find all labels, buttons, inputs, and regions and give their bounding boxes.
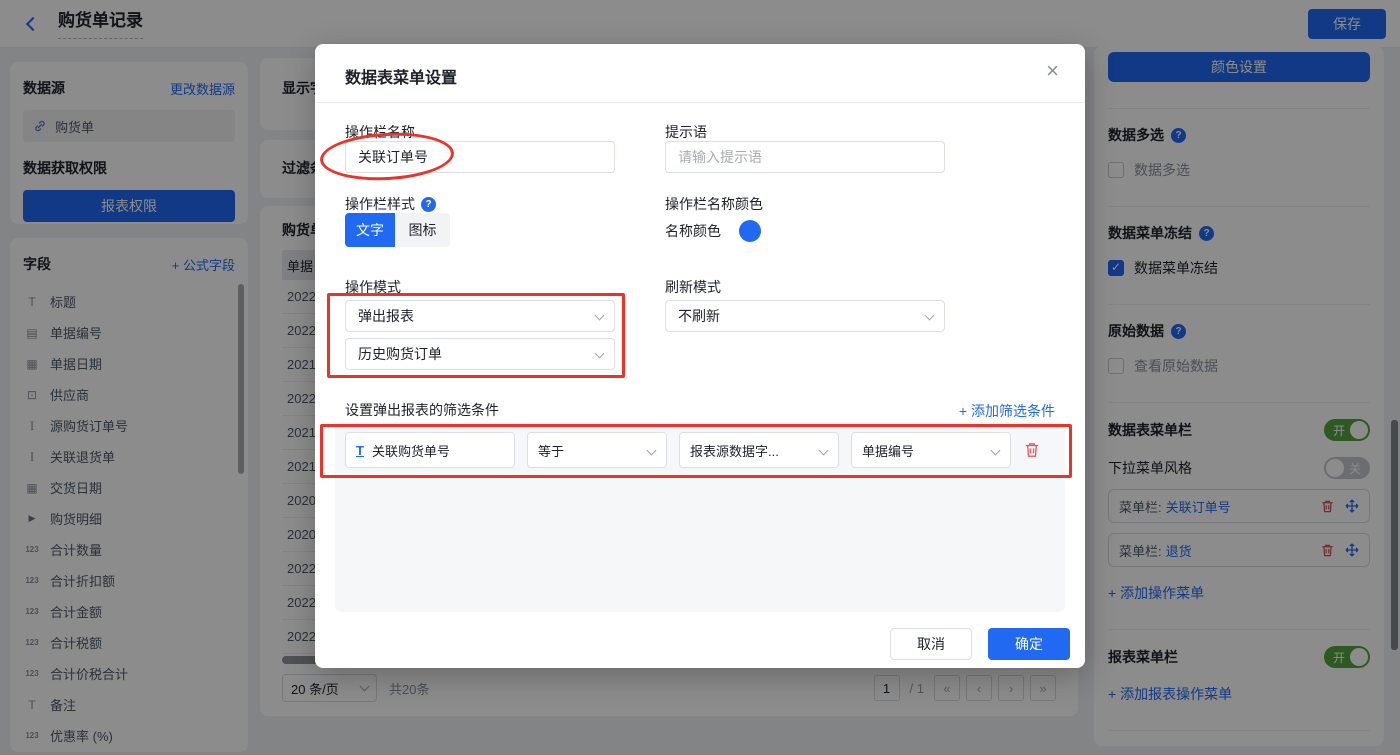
action-mode-select[interactable]: 弹出报表 bbox=[345, 300, 615, 332]
filter-source-select[interactable]: 报表源数据字... bbox=[679, 432, 839, 468]
select-value: 单据编号 bbox=[862, 443, 915, 459]
modal-title: 数据表菜单设置 bbox=[345, 70, 458, 87]
chevron-down-icon bbox=[646, 445, 657, 456]
filter-conditions-area: T 关联购货单号 等于 报表源数据字... 单据编号 bbox=[335, 422, 1065, 612]
chevron-down-icon bbox=[990, 445, 1001, 456]
style-text-button[interactable]: 文字 bbox=[345, 213, 395, 247]
select-value: 等于 bbox=[538, 443, 565, 459]
name-color-label: 操作栏名称颜色 bbox=[665, 196, 763, 212]
select-value: 报表源数据字... bbox=[690, 443, 779, 459]
style-label: 操作栏样式? bbox=[345, 194, 436, 214]
chevron-down-icon bbox=[924, 310, 935, 321]
tip-input[interactable] bbox=[665, 141, 945, 173]
select-value: 弹出报表 bbox=[358, 308, 414, 324]
action-name-input[interactable] bbox=[345, 141, 615, 173]
color-swatch[interactable] bbox=[739, 220, 761, 242]
add-filter-condition-link[interactable]: + 添加筛选条件 bbox=[959, 401, 1055, 421]
chevron-down-icon bbox=[594, 348, 605, 359]
chevron-down-icon bbox=[818, 445, 829, 456]
style-icon-button[interactable]: 图标 bbox=[395, 213, 450, 247]
help-icon[interactable]: ? bbox=[421, 196, 436, 212]
delete-filter-trash-icon[interactable] bbox=[1023, 441, 1041, 459]
text-field-icon: T bbox=[356, 442, 364, 458]
confirm-button[interactable]: 确定 bbox=[988, 628, 1070, 660]
filter-condition-row: T 关联购货单号 等于 报表源数据字... 单据编号 bbox=[345, 432, 1041, 468]
filter-operator-select[interactable]: 等于 bbox=[527, 432, 667, 468]
color-name-label: 名称颜色 bbox=[665, 223, 721, 239]
table-menu-settings-modal: 数据表菜单设置 × 操作栏名称 提示语 操作栏样式? 文字 图标 操作栏名称颜色… bbox=[315, 44, 1085, 668]
refresh-mode-select[interactable]: 不刷新 bbox=[665, 300, 945, 332]
refresh-mode-label: 刷新模式 bbox=[665, 279, 721, 295]
cancel-button[interactable]: 取消 bbox=[890, 628, 972, 660]
filter-value-select[interactable]: 单据编号 bbox=[851, 432, 1011, 468]
app-root: 购货单记录 保存 数据源 更改数据源 购货单 数据获取权限 报表权限 字段 + … bbox=[0, 0, 1400, 755]
target-report-select[interactable]: 历史购货订单 bbox=[345, 338, 615, 370]
divider bbox=[315, 102, 1085, 103]
tip-label: 提示语 bbox=[665, 124, 707, 140]
filter-field-name: 关联购货单号 bbox=[371, 443, 450, 459]
filter-field-box[interactable]: T 关联购货单号 bbox=[345, 432, 515, 468]
filter-section-title: 设置弹出报表的筛选条件 bbox=[345, 402, 499, 418]
style-segmented-control: 文字 图标 bbox=[345, 213, 450, 247]
select-value: 不刷新 bbox=[678, 308, 720, 324]
action-name-label: 操作栏名称 bbox=[345, 124, 415, 140]
select-value: 历史购货订单 bbox=[358, 346, 442, 362]
name-color-row: 名称颜色 bbox=[665, 220, 761, 242]
close-icon[interactable]: × bbox=[1046, 58, 1059, 84]
action-mode-label: 操作模式 bbox=[345, 279, 401, 295]
chevron-down-icon bbox=[594, 310, 605, 321]
